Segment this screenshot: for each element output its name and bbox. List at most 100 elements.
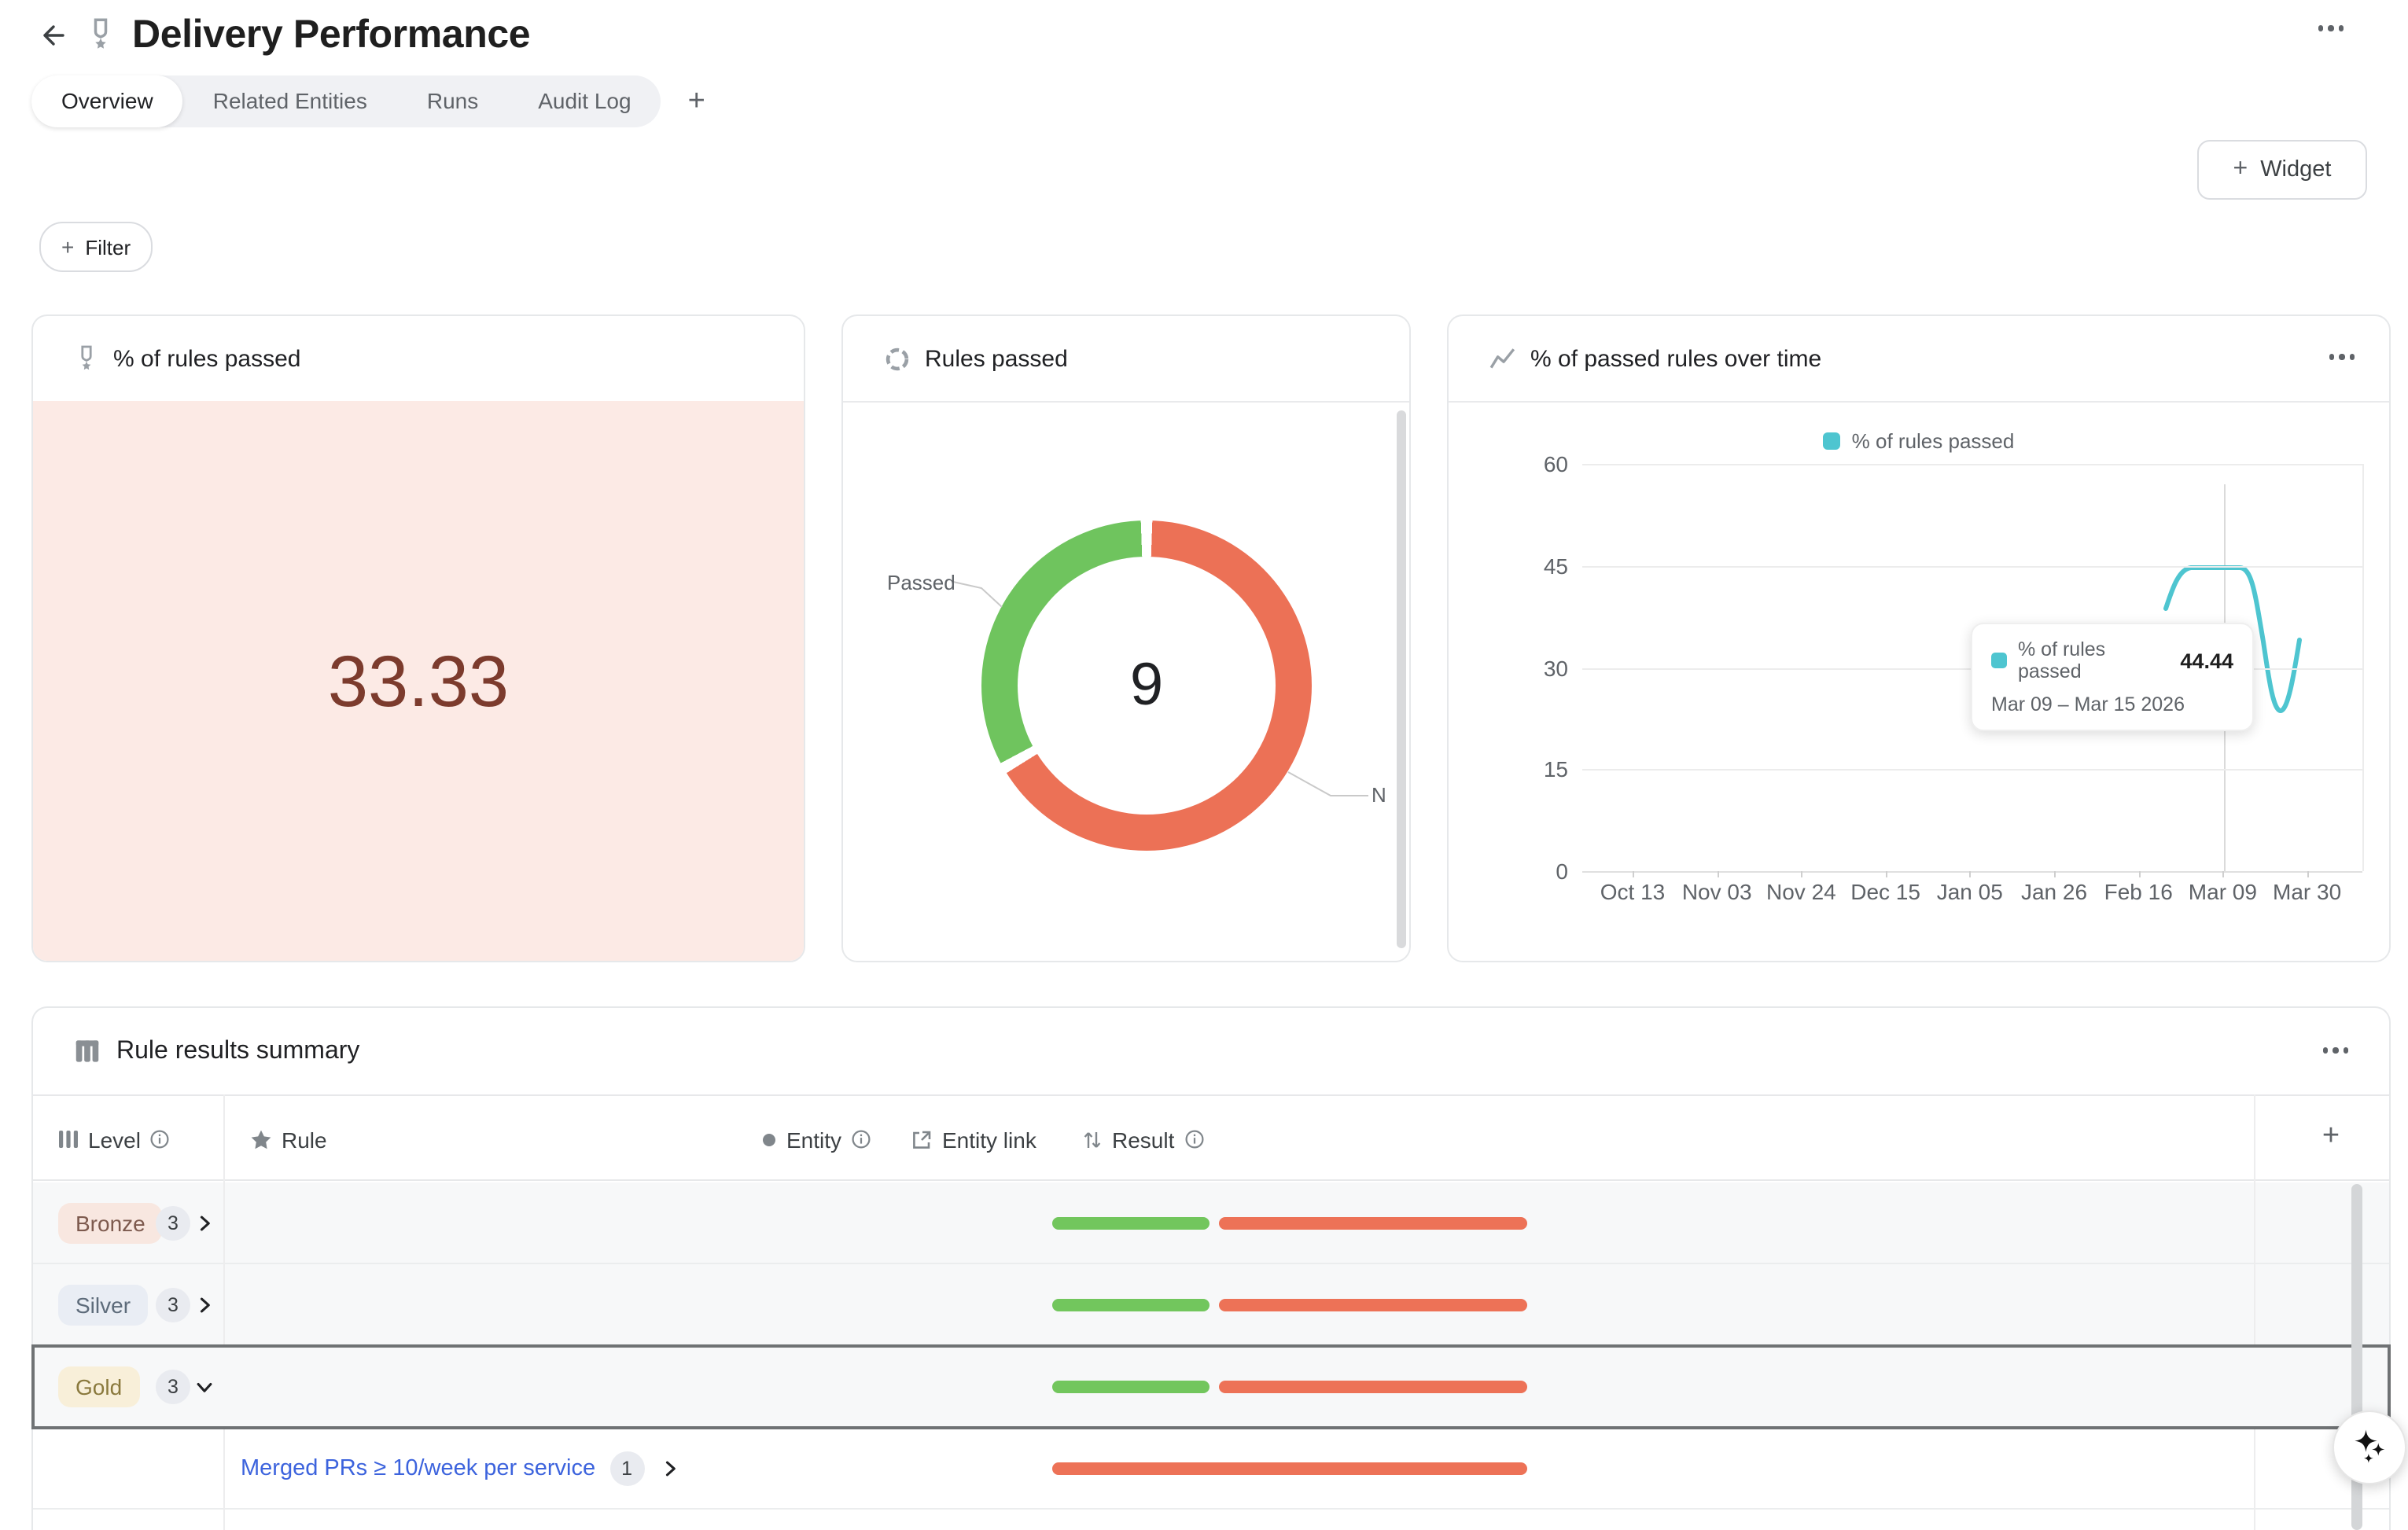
column-header-rule[interactable]: Rule bbox=[250, 1096, 327, 1182]
x-axis-label: Nov 03 bbox=[1682, 879, 1752, 904]
tab-runs[interactable]: Runs bbox=[397, 75, 508, 127]
star-icon bbox=[250, 1128, 272, 1150]
tooltip-series-label: % of rules passed bbox=[2018, 638, 2169, 682]
level-badge: Gold bbox=[58, 1366, 139, 1407]
y-axis-label: 60 bbox=[1505, 451, 1568, 476]
column-header-entity-link[interactable]: Entity link bbox=[911, 1096, 1036, 1182]
filter-button[interactable]: + Filter bbox=[39, 222, 153, 272]
y-axis-label: 45 bbox=[1505, 554, 1568, 579]
donut-center-value: 9 bbox=[981, 520, 1312, 851]
filter-label: Filter bbox=[85, 235, 131, 259]
column-divider bbox=[2254, 1094, 2255, 1530]
x-axis-label: Feb 16 bbox=[2104, 879, 2173, 904]
donut-label-passed: Passed bbox=[887, 571, 955, 594]
column-header-level[interactable]: Level bbox=[58, 1096, 171, 1182]
x-axis-label: Oct 13 bbox=[1600, 879, 1666, 904]
rule-cell: Merged PRs ≥ 10/week per service 1 bbox=[241, 1428, 680, 1510]
table-row-silver[interactable]: Silver3 bbox=[33, 1264, 2389, 1346]
column-label: Entity link bbox=[942, 1127, 1036, 1152]
back-button[interactable] bbox=[31, 16, 69, 53]
column-label: Rule bbox=[282, 1127, 327, 1152]
expand-rule-button[interactable] bbox=[658, 1458, 680, 1480]
count-badge: 1 bbox=[609, 1451, 644, 1486]
failed-bar bbox=[1219, 1381, 1527, 1393]
column-divider bbox=[223, 1094, 225, 1530]
plus-icon: + bbox=[61, 236, 74, 258]
x-axis-tick bbox=[2138, 871, 2140, 877]
external-link-icon bbox=[911, 1128, 933, 1150]
tooltip-series-swatch bbox=[1991, 653, 2007, 668]
failed-bar bbox=[1219, 1299, 1527, 1311]
table-body: Bronze3Silver3Gold3Merged PRs ≥ 10/week … bbox=[33, 1182, 2389, 1510]
chart-legend[interactable]: % of rules passed bbox=[1449, 429, 2389, 453]
table-row-bronze[interactable]: Bronze3 bbox=[33, 1182, 2389, 1264]
expand-row-button[interactable] bbox=[193, 1294, 215, 1316]
card-passed-rules-over-time: % of passed rules over time % of rules p… bbox=[1447, 314, 2391, 962]
dashboard-page: Delivery Performance OverviewRelated Ent… bbox=[0, 0, 2408, 1488]
page-header: Delivery Performance bbox=[31, 6, 530, 63]
card-title: % of rules passed bbox=[113, 345, 300, 372]
chevron-down-icon bbox=[193, 1376, 215, 1398]
rule-link[interactable]: Merged PRs ≥ 10/week per service bbox=[241, 1456, 595, 1481]
tab-related-entities[interactable]: Related Entities bbox=[183, 75, 397, 127]
x-axis-tick bbox=[1970, 871, 1972, 877]
divider bbox=[1449, 401, 2389, 403]
tabs-container: OverviewRelated EntitiesRunsAudit Log bbox=[31, 75, 661, 127]
x-axis-label: Nov 24 bbox=[1766, 879, 1836, 904]
add-widget-button[interactable]: + Widget bbox=[2197, 140, 2367, 200]
result-bars bbox=[1052, 1299, 1527, 1311]
x-axis-tick bbox=[1633, 871, 1634, 877]
tab-audit-log[interactable]: Audit Log bbox=[508, 75, 661, 127]
stat-background: 33.33 bbox=[33, 401, 804, 961]
tab-bar: OverviewRelated EntitiesRunsAudit Log + bbox=[31, 75, 712, 127]
card-percent-rules-passed: % of rules passed 33.33 bbox=[31, 314, 805, 962]
donut-chart-icon bbox=[884, 345, 911, 372]
info-icon[interactable] bbox=[150, 1129, 171, 1149]
card-header: Rules passed bbox=[843, 316, 1409, 401]
page-overflow-menu-icon[interactable] bbox=[2318, 25, 2344, 31]
assistant-fab[interactable] bbox=[2333, 1410, 2406, 1484]
plus-icon: + bbox=[2233, 157, 2248, 182]
chevron-right-icon bbox=[193, 1212, 215, 1234]
info-icon[interactable] bbox=[851, 1129, 871, 1149]
column-label: Entity bbox=[786, 1127, 841, 1152]
chart-tooltip: % of rules passed 44.44 Mar 09 – Mar 15 … bbox=[1971, 623, 2254, 731]
table-columns-icon bbox=[74, 1038, 101, 1065]
table-title: Rule results summary bbox=[116, 1037, 359, 1065]
table-title-row: Rule results summary bbox=[33, 1008, 2389, 1094]
count-badge: 3 bbox=[156, 1288, 190, 1322]
gridline-y-60 bbox=[1582, 464, 2362, 465]
medal-icon bbox=[85, 17, 116, 52]
table-overflow-menu-icon[interactable] bbox=[2322, 1047, 2348, 1053]
result-bars bbox=[1052, 1217, 1527, 1230]
x-axis-label: Dec 15 bbox=[1850, 879, 1920, 904]
arrow-left-icon bbox=[35, 20, 65, 50]
table-subrow-rule[interactable]: Merged PRs ≥ 10/week per service 1 bbox=[33, 1428, 2389, 1510]
x-axis-tick bbox=[1717, 871, 1718, 877]
divider bbox=[843, 401, 1409, 403]
column-header-entity[interactable]: Entity bbox=[761, 1096, 871, 1182]
stat-value: 33.33 bbox=[328, 638, 509, 723]
expand-row-button[interactable] bbox=[193, 1212, 215, 1234]
table-row-gold[interactable]: Gold3 bbox=[33, 1346, 2389, 1428]
legend-swatch bbox=[1824, 432, 1841, 450]
failed-bar bbox=[1052, 1462, 1527, 1475]
rule-results-summary-card: Rule results summary Level Rule bbox=[31, 1006, 2391, 1530]
column-header-result[interactable]: Result bbox=[1082, 1096, 1204, 1182]
add-column-button[interactable]: + bbox=[2312, 1118, 2350, 1156]
y-axis-label: 15 bbox=[1505, 757, 1568, 782]
collapse-row-button[interactable] bbox=[193, 1376, 215, 1398]
card-scrollbar[interactable] bbox=[1397, 410, 1406, 948]
tab-overview[interactable]: Overview bbox=[31, 75, 183, 127]
passed-bar bbox=[1052, 1217, 1210, 1230]
add-tab-button[interactable]: + bbox=[682, 84, 712, 119]
info-icon[interactable] bbox=[1184, 1129, 1204, 1149]
card-rules-passed: Rules passed 9 Passed N bbox=[841, 314, 1411, 962]
level-badge: Bronze bbox=[58, 1203, 163, 1244]
gridline-y-45 bbox=[1582, 566, 2362, 568]
card-title: % of passed rules over time bbox=[1530, 345, 1821, 372]
x-axis-tick bbox=[2222, 871, 2224, 877]
page-title: Delivery Performance bbox=[132, 12, 530, 57]
chart-overflow-menu-icon[interactable] bbox=[2329, 354, 2355, 359]
chevron-right-icon bbox=[193, 1294, 215, 1316]
